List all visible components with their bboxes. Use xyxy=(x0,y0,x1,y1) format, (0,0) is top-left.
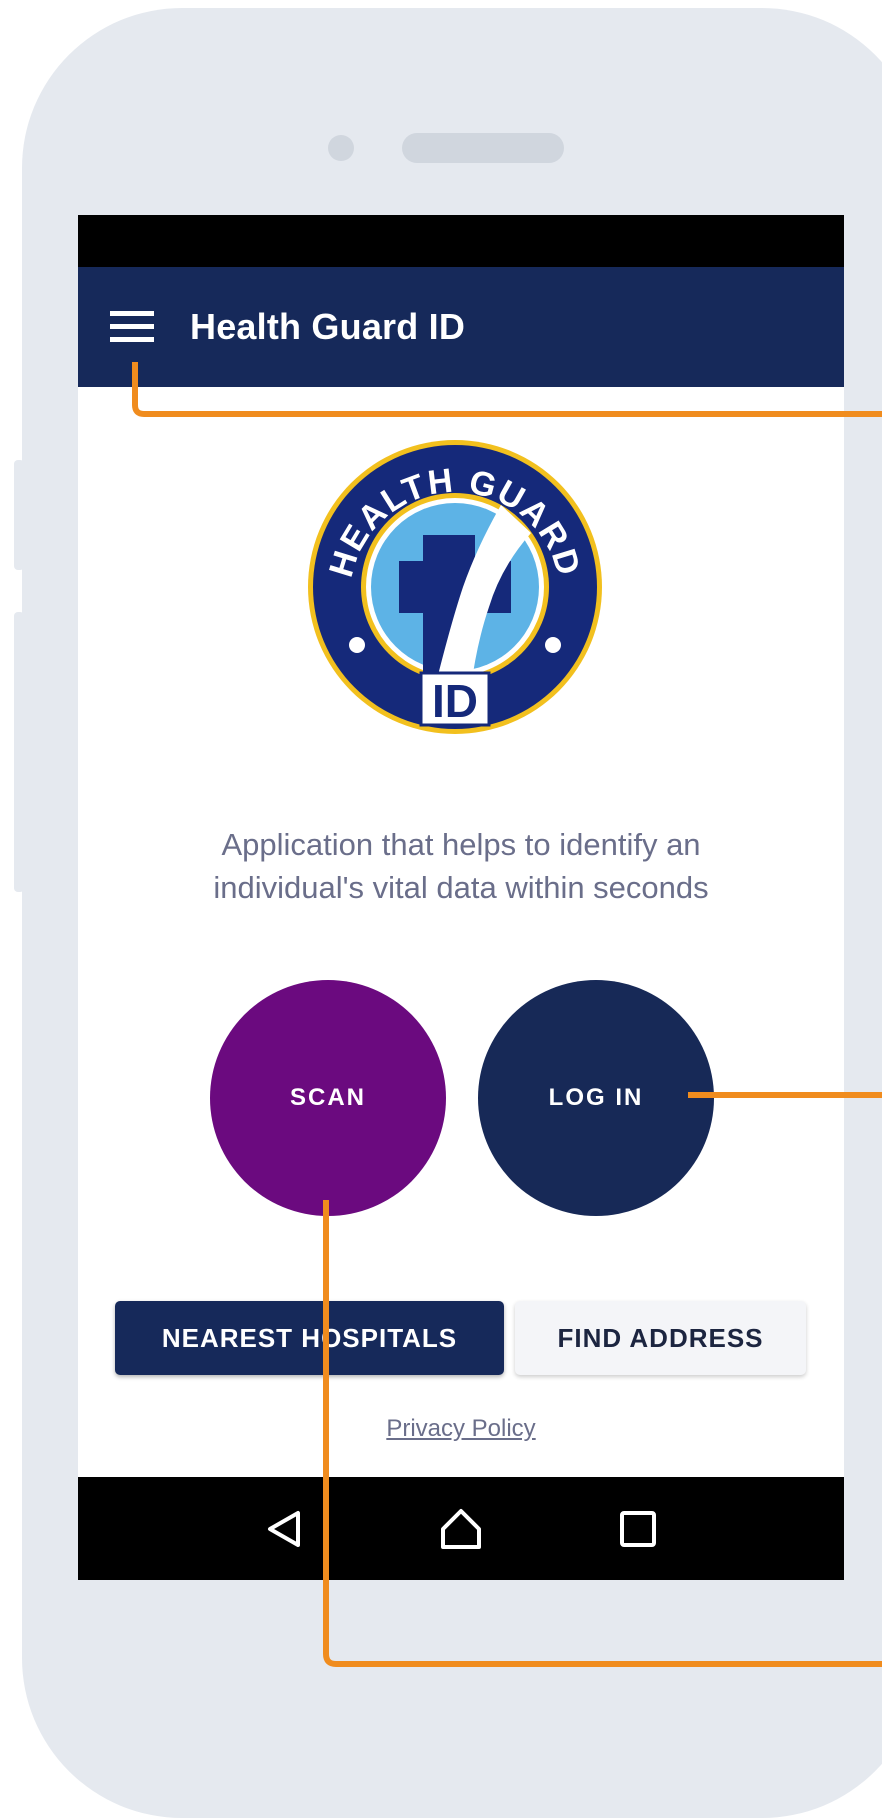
scan-button-label: SCAN xyxy=(289,1084,366,1111)
recents-icon xyxy=(619,1510,656,1547)
find-address-label: FIND ADDRESS xyxy=(557,1322,764,1353)
volume-up-button xyxy=(14,460,24,570)
menu-button[interactable] xyxy=(102,297,162,357)
login-button[interactable]: LOG IN xyxy=(478,980,714,1216)
nearest-hospitals-label: NEAREST HOSPITALS xyxy=(161,1322,458,1353)
app-screen: Health Guard ID ID HEALTH GUARD Applicat… xyxy=(78,215,844,1580)
find-address-button[interactable]: FIND ADDRESS xyxy=(515,1301,806,1375)
tagline: Application that helps to identify an in… xyxy=(98,823,824,909)
privacy-policy-link[interactable]: Privacy Policy xyxy=(78,1415,844,1443)
volume-down-button xyxy=(14,612,24,892)
scan-button[interactable]: SCAN xyxy=(210,980,446,1216)
menu-icon xyxy=(110,311,154,342)
nearest-hospitals-button[interactable]: NEAREST HOSPITALS xyxy=(115,1301,504,1375)
login-button-label: LOG IN xyxy=(548,1084,644,1111)
earpiece-speaker xyxy=(402,133,564,163)
app-title: Health Guard ID xyxy=(190,306,466,347)
back-icon xyxy=(268,1510,301,1547)
app-logo: ID HEALTH GUARD xyxy=(305,437,605,737)
recents-button[interactable] xyxy=(608,1499,668,1559)
status-bar xyxy=(78,215,844,267)
app-bar: Health Guard ID xyxy=(78,267,844,387)
tagline-line-1: Application that helps to identify an xyxy=(221,827,701,862)
home-button[interactable] xyxy=(431,1499,491,1559)
back-button[interactable] xyxy=(254,1499,314,1559)
front-sensor xyxy=(328,135,354,161)
home-icon xyxy=(440,1508,481,1549)
tagline-line-2: individual's vital data within seconds xyxy=(213,870,709,905)
system-nav-bar xyxy=(78,1477,844,1580)
logo-badge-text: ID xyxy=(432,675,478,727)
